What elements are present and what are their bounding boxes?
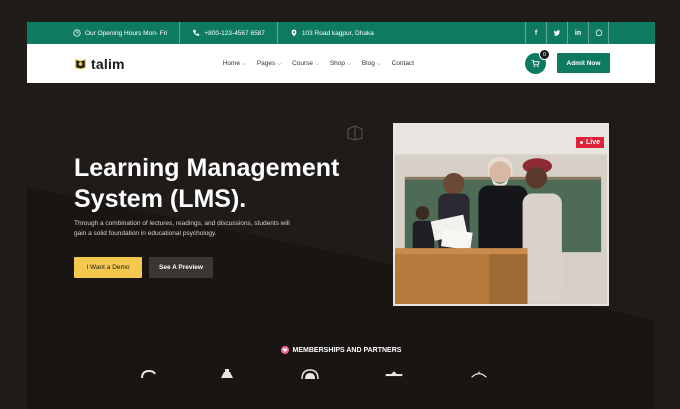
nav-item-label: Pages xyxy=(256,60,276,67)
hero-subtitle-line2: gain a solid foundation in educational p… xyxy=(74,230,217,237)
hero-subtitle-line1: Through a combination of lectures, readi… xyxy=(74,220,290,227)
linkedin-icon[interactable]: in xyxy=(567,22,588,44)
logo-icon xyxy=(74,58,87,70)
opening-hours-text: Our Opening Hours Mon- Fri xyxy=(85,29,168,37)
address: 103 Road kagpur, Dhaka xyxy=(278,22,386,44)
hero-photo: Live xyxy=(393,123,609,306)
classroom-photo xyxy=(395,125,607,304)
whatsapp-icon[interactable] xyxy=(588,22,609,44)
admit-now-button[interactable]: Admit Now xyxy=(557,53,610,73)
nav-menu: Home ⌵ Pages ⌵ Course ⌵ Shop ⌵ Blog ⌵ Contact xyxy=(223,60,425,67)
nav-item-shop[interactable]: Shop ⌵ xyxy=(330,60,351,67)
phone-text: +800-123-4567 6587 xyxy=(204,29,265,37)
logo-text: talim xyxy=(91,55,125,72)
address-text: 103 Road kagpur, Dhaka xyxy=(301,29,374,37)
nav-item-label: Home xyxy=(222,60,241,67)
cart-button[interactable]: 0 xyxy=(525,49,550,74)
hero-title-line1: Learning Management xyxy=(74,154,340,182)
nav-item-label: Course xyxy=(292,60,314,67)
heart-icon xyxy=(280,346,289,354)
top-bar: Our Opening Hours Mon- Fri +800-123-4567… xyxy=(27,22,655,44)
partner-logo-3-icon xyxy=(301,369,319,379)
book-doodle-icon xyxy=(347,125,363,141)
chevron-down-icon: ⌵ xyxy=(277,60,282,67)
partner-logo-5-icon xyxy=(471,370,487,378)
cart-icon xyxy=(531,59,540,68)
nav-item-label: Shop xyxy=(329,60,346,67)
phone-icon xyxy=(193,29,200,36)
partner-logo-4-icon xyxy=(385,371,403,377)
live-badge-label: Live xyxy=(585,139,600,146)
partner-logo-2-icon xyxy=(221,369,233,378)
chevron-down-icon: ⌵ xyxy=(315,60,319,67)
hero-title-line2: System (LMS). xyxy=(74,185,247,213)
partner-logo-1-icon xyxy=(141,369,156,379)
partners-title: MEMBERSHIPS AND PARTNERS xyxy=(292,346,402,354)
main-nav: talim Home ⌵ Pages ⌵ Course ⌵ Shop ⌵ Blog ⌵ C… xyxy=(27,44,655,83)
facebook-icon[interactable]: f xyxy=(525,22,546,44)
phone-link[interactable]: +800-123-4567 6587 xyxy=(180,22,278,44)
nav-item-contact[interactable]: Contact xyxy=(392,60,414,67)
chevron-down-icon: ⌵ xyxy=(347,60,351,67)
want-demo-button[interactable]: I Want a Demo xyxy=(74,257,142,278)
nav-item-home[interactable]: Home ⌵ xyxy=(223,60,246,67)
location-pin-icon xyxy=(291,29,297,37)
nav-item-label: Blog xyxy=(361,60,375,67)
hero-title: Learning Management System (LMS). xyxy=(74,153,374,215)
nav-item-label: Contact xyxy=(391,60,415,67)
nav-item-course[interactable]: Course ⌵ xyxy=(292,60,319,67)
hero-subtitle: Through a combination of lectures, readi… xyxy=(74,219,324,239)
clock-icon xyxy=(73,29,81,37)
chevron-down-icon: ⌵ xyxy=(376,60,381,67)
partners-heading: MEMBERSHIPS AND PARTNERS xyxy=(27,346,655,354)
site-logo[interactable]: talim xyxy=(74,56,125,72)
see-preview-button[interactable]: See A Preview xyxy=(149,257,213,278)
chevron-down-icon: ⌵ xyxy=(242,60,246,67)
social-links: f in xyxy=(525,22,609,44)
nav-item-blog[interactable]: Blog ⌵ xyxy=(362,60,381,67)
live-badge: Live xyxy=(575,137,604,148)
cart-count-badge: 0 xyxy=(539,49,550,60)
opening-hours: Our Opening Hours Mon- Fri xyxy=(27,22,181,44)
twitter-icon[interactable] xyxy=(546,22,567,44)
live-dot-icon xyxy=(579,141,583,144)
nav-item-pages[interactable]: Pages ⌵ xyxy=(257,60,281,67)
page-frame: Our Opening Hours Mon- Fri +800-123-4567… xyxy=(27,22,655,409)
